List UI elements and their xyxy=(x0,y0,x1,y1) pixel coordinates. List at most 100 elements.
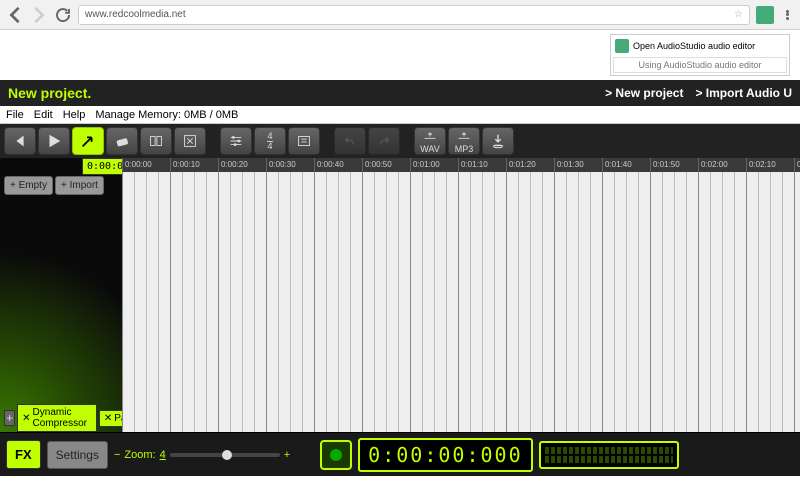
ruler-tick: 0:00:50 xyxy=(362,158,410,172)
grid-line xyxy=(758,172,770,432)
app-title-bar: New project. > New project > Import Audi… xyxy=(0,80,800,106)
grid-line xyxy=(674,172,686,432)
grid-line xyxy=(410,172,422,432)
undo-button[interactable] xyxy=(334,127,366,155)
menu-help[interactable]: Help xyxy=(63,109,86,121)
ruler-tick: 0:00:30 xyxy=(266,158,314,172)
pointer-tool-button[interactable] xyxy=(72,127,104,155)
mixer-button[interactable] xyxy=(220,127,252,155)
track-side-panel: 0:00:00:000 + Empty + Import + ✕ Dynamic… xyxy=(0,158,122,432)
grid-line xyxy=(182,172,194,432)
grid-line xyxy=(638,172,650,432)
delete-button[interactable] xyxy=(174,127,206,155)
chrome-menu-icon[interactable] xyxy=(780,8,794,22)
rewind-button[interactable] xyxy=(4,127,36,155)
grid-line xyxy=(254,172,266,432)
grid-line xyxy=(458,172,470,432)
grid-line xyxy=(614,172,626,432)
ruler-tick: 0:02:20 xyxy=(794,158,800,172)
page-top-area: Open AudioStudio audio editor Using Audi… xyxy=(0,30,800,80)
ruler-tick: 0:01:30 xyxy=(554,158,602,172)
grid-line xyxy=(578,172,590,432)
grid-line xyxy=(398,172,410,432)
download-button[interactable] xyxy=(482,127,514,155)
grid-line xyxy=(146,172,158,432)
menu-file[interactable]: File xyxy=(6,109,24,121)
grid-line xyxy=(290,172,302,432)
grid-line xyxy=(314,172,326,432)
new-project-link[interactable]: > New project xyxy=(605,86,683,100)
zoom-slider[interactable] xyxy=(170,453,280,457)
forward-button[interactable] xyxy=(30,6,48,24)
ruler-tick: 0:00:20 xyxy=(218,158,266,172)
bottom-bar: FX Settings − Zoom: 4 + 0:00:00:000 xyxy=(0,432,800,476)
ruler-tick: 0:01:50 xyxy=(650,158,698,172)
grid-line xyxy=(266,172,278,432)
fx-chip-compressor[interactable]: ✕ Dynamic Compressor xyxy=(17,404,97,432)
menu-edit[interactable]: Edit xyxy=(34,109,53,121)
record-button[interactable] xyxy=(320,440,352,470)
track-grid[interactable] xyxy=(122,172,800,432)
play-button[interactable] xyxy=(38,127,70,155)
grid-line xyxy=(446,172,458,432)
zoom-slider-thumb[interactable] xyxy=(222,450,232,460)
grid-line xyxy=(170,172,182,432)
time-signature-button[interactable]: 44 xyxy=(254,127,286,155)
grid-line xyxy=(782,172,794,432)
eraser-button[interactable] xyxy=(106,127,138,155)
grid-line xyxy=(626,172,638,432)
star-icon[interactable]: ☆ xyxy=(734,9,743,20)
ruler-tick: 0:00:00 xyxy=(122,158,170,172)
time-ruler[interactable]: 0:00:000:00:100:00:200:00:300:00:400:00:… xyxy=(122,158,800,172)
url-text: www.redcoolmedia.net xyxy=(85,9,186,20)
zoom-in-button[interactable]: + xyxy=(284,449,290,461)
grid-line xyxy=(422,172,434,432)
grid-line xyxy=(374,172,386,432)
grid-line xyxy=(194,172,206,432)
add-fx-button[interactable]: + xyxy=(4,410,15,426)
grid-line xyxy=(338,172,350,432)
export-wav-button[interactable]: WAV xyxy=(414,127,446,155)
url-bar[interactable]: www.redcoolmedia.net ☆ xyxy=(78,5,750,25)
ruler-tick: 0:00:40 xyxy=(314,158,362,172)
grid-line xyxy=(482,172,494,432)
level-meter xyxy=(539,441,679,469)
grid-line xyxy=(734,172,746,432)
grid-line xyxy=(134,172,146,432)
grid-line xyxy=(278,172,290,432)
grid-line xyxy=(602,172,614,432)
grid-line xyxy=(362,172,374,432)
popup-title[interactable]: Open AudioStudio audio editor xyxy=(633,41,755,51)
grid-line xyxy=(158,172,170,432)
grid-line xyxy=(386,172,398,432)
metronome-button[interactable] xyxy=(288,127,320,155)
ruler-tick: 0:01:40 xyxy=(602,158,650,172)
export-mp3-button[interactable]: MP3 xyxy=(448,127,480,155)
grid-line xyxy=(590,172,602,432)
grid-line xyxy=(302,172,314,432)
menu-memory[interactable]: Manage Memory: 0MB / 0MB xyxy=(95,109,238,121)
extension-icon[interactable] xyxy=(756,6,774,24)
grid-line xyxy=(206,172,218,432)
grid-line xyxy=(722,172,734,432)
project-title: New project. xyxy=(8,85,91,101)
timeline[interactable]: 0:00:000:00:100:00:200:00:300:00:400:00:… xyxy=(122,158,800,432)
grid-line xyxy=(530,172,542,432)
browser-chrome-bar: www.redcoolmedia.net ☆ xyxy=(0,0,800,30)
grid-line xyxy=(350,172,362,432)
import-track-button[interactable]: + Import xyxy=(55,176,104,195)
fx-panel-button[interactable]: FX xyxy=(6,440,41,469)
back-button[interactable] xyxy=(6,6,24,24)
record-icon xyxy=(330,449,342,461)
settings-button[interactable]: Settings xyxy=(47,441,108,469)
grid-line xyxy=(698,172,710,432)
add-empty-track-button[interactable]: + Empty xyxy=(4,176,53,195)
split-button[interactable] xyxy=(140,127,172,155)
reload-button[interactable] xyxy=(54,6,72,24)
redo-button[interactable] xyxy=(368,127,400,155)
import-audio-link[interactable]: > Import Audio U xyxy=(695,86,792,100)
zoom-out-button[interactable]: − xyxy=(114,449,120,461)
menu-bar: File Edit Help Manage Memory: 0MB / 0MB xyxy=(0,106,800,124)
ruler-tick: 0:01:00 xyxy=(410,158,458,172)
grid-line xyxy=(518,172,530,432)
